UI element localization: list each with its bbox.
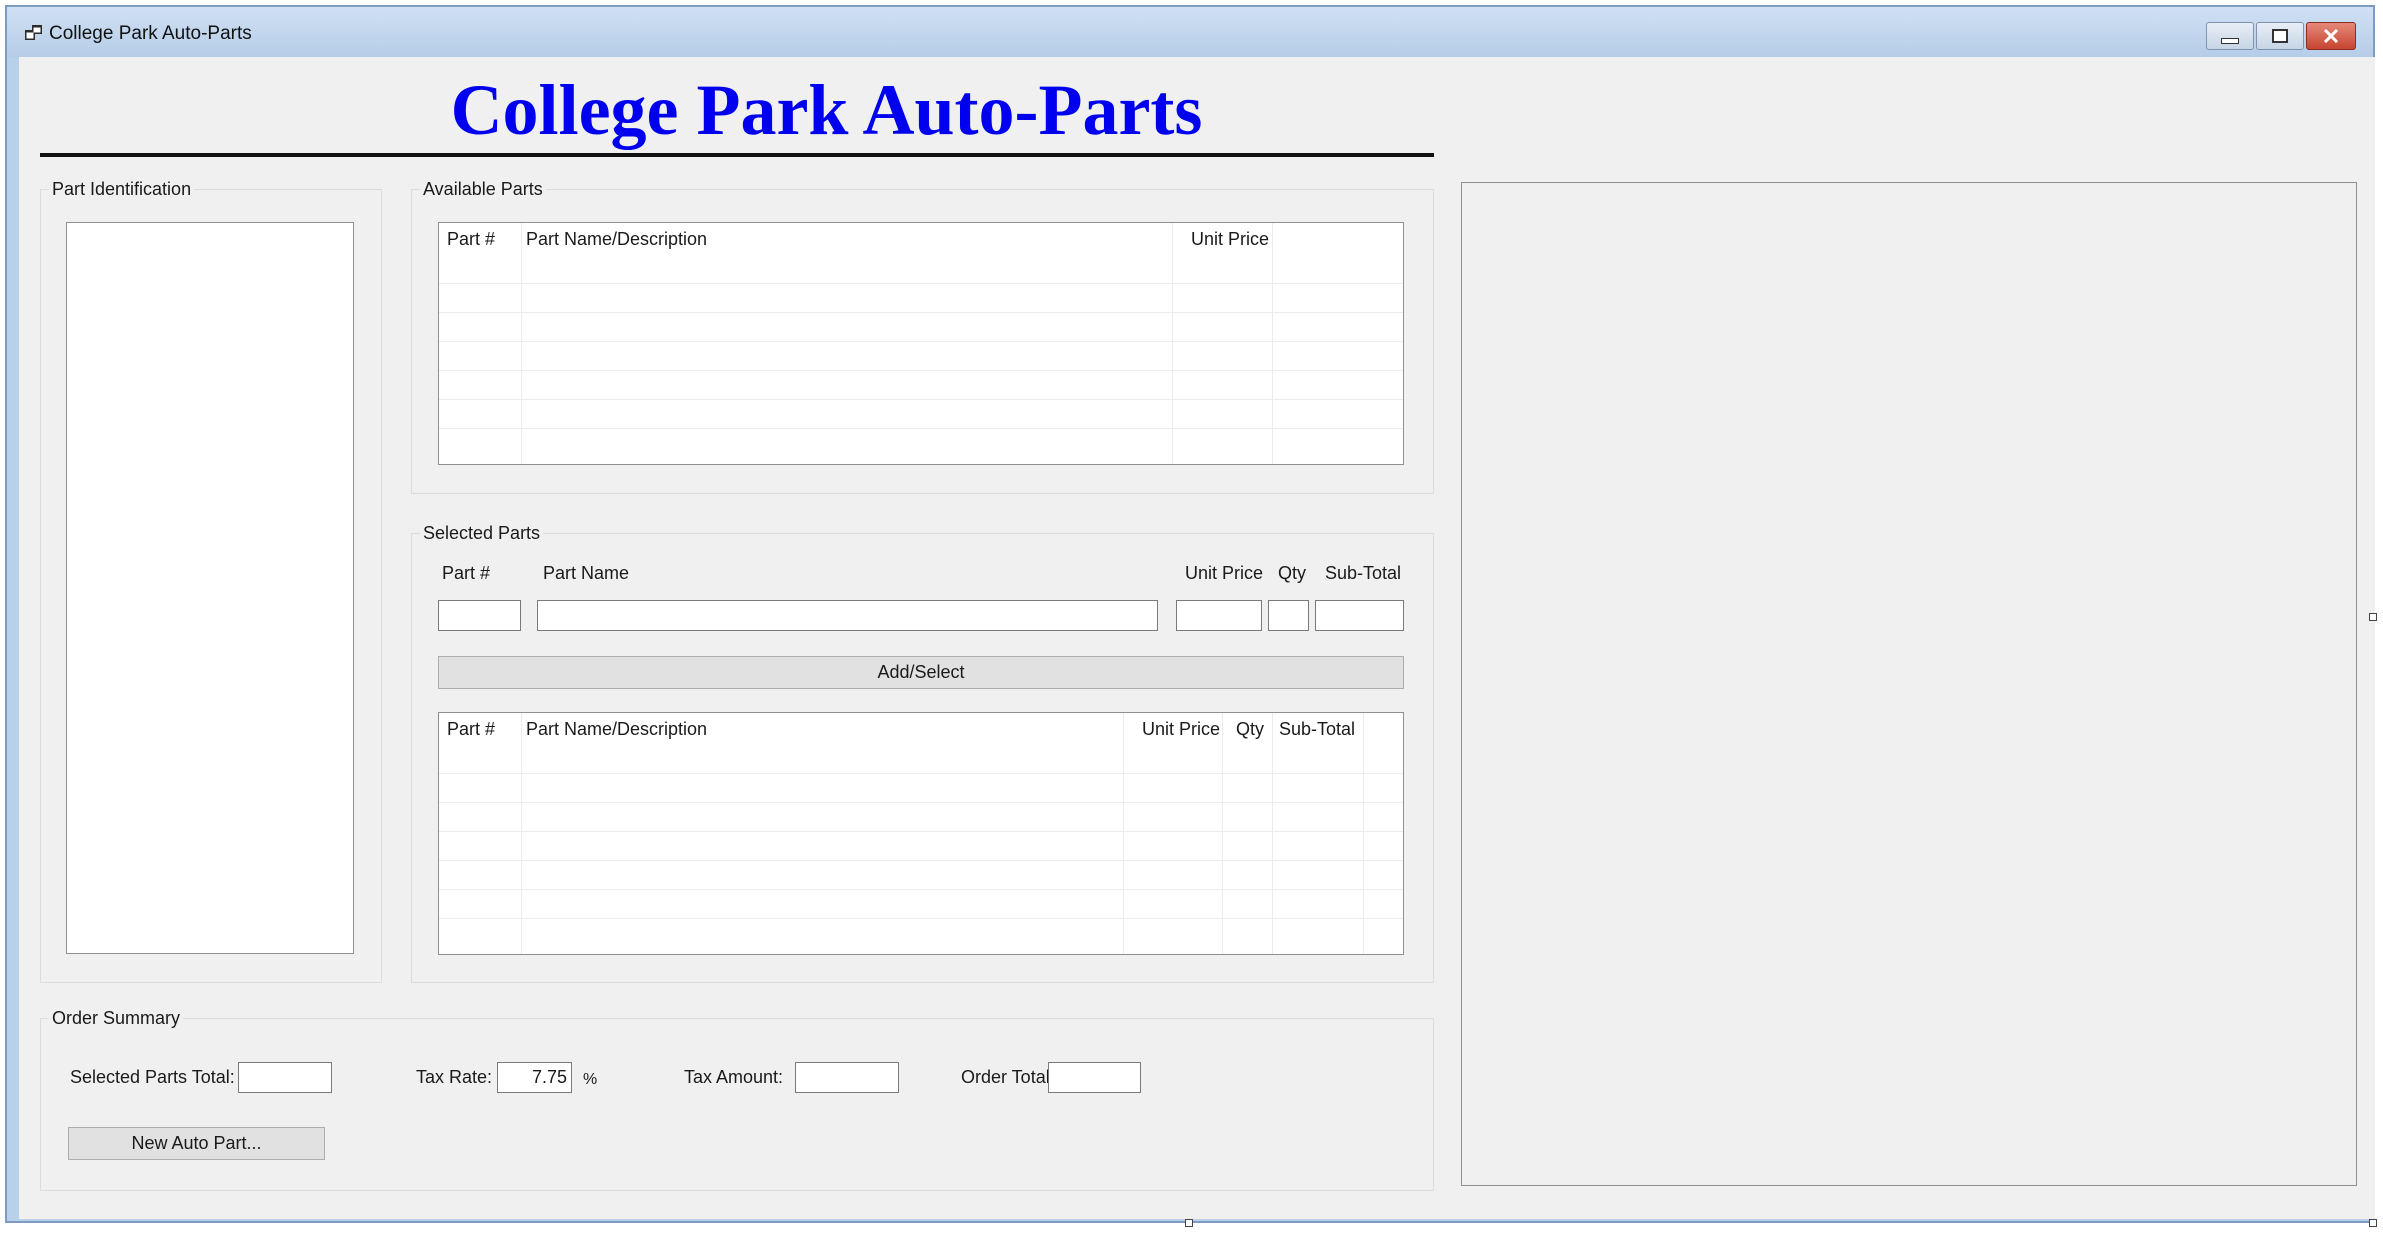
minimize-icon bbox=[2221, 38, 2239, 44]
unit-price-field[interactable] bbox=[1176, 600, 1262, 631]
maximize-button[interactable] bbox=[2256, 22, 2304, 50]
selected-parts-group: Selected Parts Part # Part Name Unit Pri… bbox=[411, 522, 1434, 983]
title-bar[interactable]: College Park Auto-Parts bbox=[7, 7, 2373, 57]
list-row-line bbox=[439, 370, 1403, 371]
qty-label: Qty bbox=[1278, 563, 1307, 583]
tax-rate-field[interactable]: 7.75 bbox=[497, 1062, 572, 1093]
sub-total-label: Sub-Total bbox=[1325, 563, 1402, 583]
close-icon bbox=[2323, 29, 2339, 43]
list-row-line bbox=[439, 399, 1403, 400]
page-title: College Park Auto-Parts bbox=[450, 70, 1203, 150]
available-parts-group: Available Parts Part # Part Name/Descrip… bbox=[411, 178, 1434, 494]
form-client-area: College Park Auto-Parts Part Identificat… bbox=[19, 57, 2375, 1219]
main-window: College Park Auto-Parts College Park Aut… bbox=[5, 5, 2375, 1223]
window-title: College Park Auto-Parts bbox=[49, 23, 252, 44]
add-select-button[interactable]: Add/Select bbox=[438, 656, 1404, 689]
title-underline bbox=[40, 153, 1434, 157]
list-row-line bbox=[439, 831, 1403, 832]
column-header-part-number[interactable]: Part # bbox=[447, 719, 495, 740]
close-button[interactable] bbox=[2306, 22, 2356, 50]
order-summary-label: Order Summary bbox=[49, 1007, 184, 1029]
column-header-part-name[interactable]: Part Name/Description bbox=[526, 229, 707, 250]
minimize-button[interactable] bbox=[2206, 22, 2254, 50]
tax-rate-label: Tax Rate: bbox=[416, 1067, 493, 1087]
order-summary-group: Order Summary Selected Parts Total: Tax … bbox=[40, 1007, 1434, 1191]
part-picture-box bbox=[1461, 182, 2357, 1186]
list-row-line bbox=[439, 860, 1403, 861]
new-auto-part-button[interactable]: New Auto Part... bbox=[68, 1127, 325, 1160]
order-total-label: Order Total: bbox=[961, 1067, 1055, 1087]
list-row-line bbox=[439, 889, 1403, 890]
selected-parts-total-label: Selected Parts Total: bbox=[70, 1067, 235, 1087]
part-name-label: Part Name bbox=[543, 563, 630, 583]
list-row-line bbox=[439, 773, 1403, 774]
list-row-line bbox=[439, 283, 1403, 284]
list-row-line bbox=[439, 312, 1403, 313]
available-parts-label: Available Parts bbox=[420, 178, 546, 200]
part-identification-tree[interactable] bbox=[66, 222, 354, 954]
list-row-line bbox=[439, 918, 1403, 919]
part-number-field[interactable] bbox=[438, 600, 521, 631]
column-header-part-number[interactable]: Part # bbox=[447, 229, 495, 250]
unit-price-label: Unit Price bbox=[1185, 563, 1264, 583]
column-header-part-name[interactable]: Part Name/Description bbox=[526, 719, 707, 740]
tax-amount-field[interactable] bbox=[795, 1062, 899, 1093]
part-name-field[interactable] bbox=[537, 600, 1158, 631]
column-header-unit-price[interactable]: Unit Price bbox=[1191, 229, 1269, 250]
sub-total-field[interactable] bbox=[1315, 600, 1404, 631]
resize-handle-right[interactable] bbox=[2369, 613, 2377, 621]
maximize-icon bbox=[2272, 29, 2288, 43]
app-window-icon bbox=[25, 25, 43, 41]
column-header-sub-total[interactable]: Sub-Total bbox=[1279, 719, 1355, 740]
percent-sign: % bbox=[583, 1071, 598, 1088]
list-row-line bbox=[439, 341, 1403, 342]
list-row-line bbox=[439, 802, 1403, 803]
tax-amount-label: Tax Amount: bbox=[684, 1067, 784, 1087]
available-parts-list[interactable]: Part # Part Name/Description Unit Price bbox=[438, 222, 1404, 465]
column-header-qty[interactable]: Qty bbox=[1236, 719, 1264, 740]
selected-parts-label: Selected Parts bbox=[420, 522, 544, 544]
list-row-line bbox=[439, 428, 1403, 429]
resize-handle-corner[interactable] bbox=[2369, 1219, 2377, 1227]
selected-parts-list[interactable]: Part # Part Name/Description Unit Price … bbox=[438, 712, 1404, 955]
qty-field[interactable] bbox=[1268, 600, 1309, 631]
column-header-unit-price[interactable]: Unit Price bbox=[1142, 719, 1220, 740]
part-identification-group: Part Identification bbox=[40, 178, 382, 983]
part-identification-label: Part Identification bbox=[49, 178, 195, 200]
order-total-field[interactable] bbox=[1048, 1062, 1141, 1093]
resize-handle-bottom[interactable] bbox=[1185, 1219, 1193, 1227]
part-number-label: Part # bbox=[442, 563, 491, 583]
selected-parts-total-field[interactable] bbox=[238, 1062, 332, 1093]
